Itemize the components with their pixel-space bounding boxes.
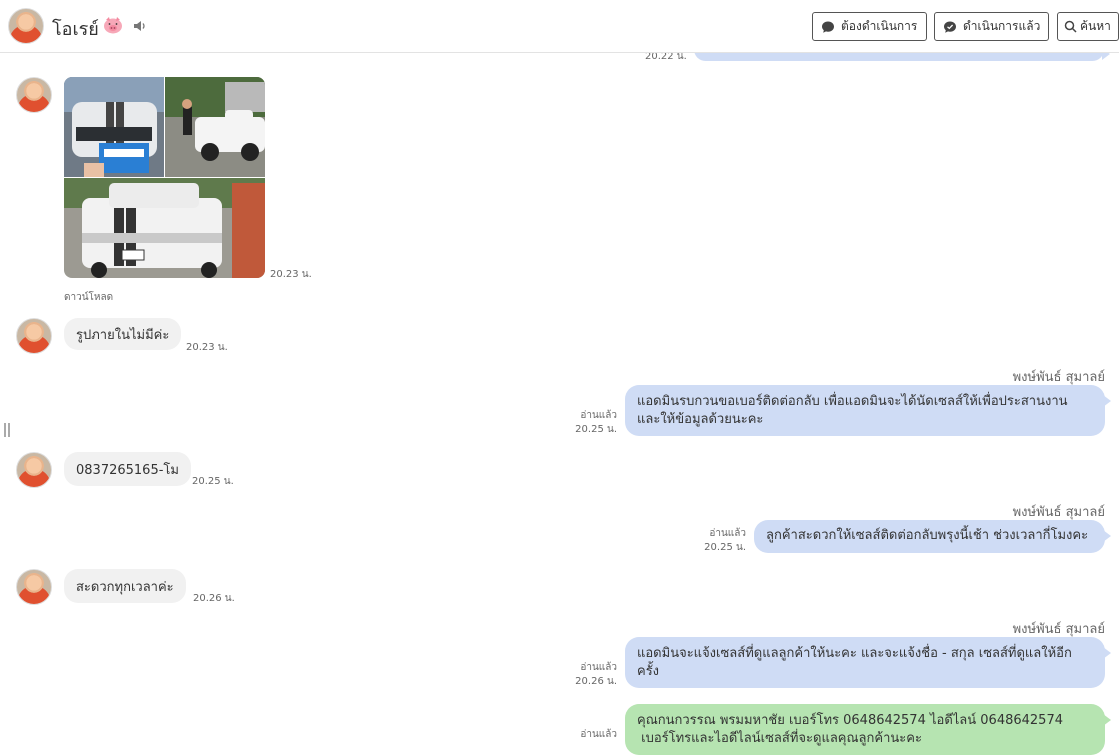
read-status: อ่านแล้ว 20.25 น. [575, 409, 617, 437]
message-time: 20.25 น. [704, 542, 746, 553]
outgoing-message-bubble: คุณกนกวรรณ พรมมหาชัย เบอร์โทร 0648642574… [625, 704, 1111, 755]
message-line: และให้ข้อมูลด้วยนะคะ [637, 412, 764, 427]
pending-action-label: ต้องดำเนินการ [841, 19, 918, 33]
car-photo-rear[interactable] [64, 178, 265, 278]
panel-resize-handle[interactable] [4, 423, 10, 437]
sender-avatar[interactable] [16, 569, 52, 605]
message-text: 0837265165-โม [76, 462, 179, 478]
search-icon [1064, 20, 1077, 33]
agent-name: พงษ์พันธ์ สุมาลย์ [1012, 505, 1105, 520]
outgoing-message-bubble: แอดมินจะแจ้งเซลส์ที่ดูแลลูกค้าให้นะคะ แล… [625, 637, 1111, 688]
message-time: 20.25 น. [575, 424, 617, 435]
message-line: แอดมินจะแจ้งเซลส์ที่ดูแลลูกค้าให้นะคะ แล… [637, 646, 1072, 661]
message-time: 20.23 น. [186, 342, 228, 353]
chat-bubble-icon [822, 21, 834, 33]
message-line: เบอร์โทรและไอดีไลน์เซลส์ที่จะดูแลคุณลูกค… [637, 731, 922, 746]
agent-name: พงษ์พันธ์ สุมาลย์ [1012, 622, 1105, 637]
message-time: 20.26 น. [575, 676, 617, 687]
read-label: อ่านแล้ว [709, 528, 746, 539]
outgoing-message-bubble: แอดมินรบกวนขอเบอร์ติดต่อกลับ เพื่อแอดมิน… [625, 385, 1111, 436]
contact-name[interactable]: โอเรย์ [52, 14, 99, 43]
sender-avatar[interactable] [16, 318, 52, 354]
read-label: อ่านแล้ว [580, 662, 617, 673]
message-time: 20.26 น. [193, 593, 235, 604]
message-line: แอดมินรบกวนขอเบอร์ติดต่อกลับ เพื่อแอดมิน… [637, 394, 1068, 409]
image-album[interactable] [64, 77, 265, 278]
done-action-label: ดำเนินการแล้ว [963, 19, 1041, 33]
message-line: ลูกค้าสะดวกให้เซลส์ติดต่อกลับพรุงนี้เช้า… [766, 528, 1089, 543]
chat-check-icon [944, 21, 956, 33]
message-time: 20.23 น. [270, 269, 312, 280]
speaker-icon[interactable] [132, 18, 148, 34]
pending-action-button[interactable]: ต้องดำเนินการ [812, 12, 927, 41]
read-status: อ่านแล้ว 20.26 น. [575, 661, 617, 689]
incoming-message-bubble: 0837265165-โม [64, 452, 191, 486]
pig-emoji-icon [104, 17, 122, 34]
done-action-button[interactable]: ดำเนินการแล้ว [934, 12, 1049, 41]
car-photo-front[interactable] [64, 77, 164, 177]
message-line: ครั้ง [637, 664, 660, 679]
message-time: 20.25 น. [192, 476, 234, 487]
message-text: รูปภายในไม่มีค่ะ [76, 327, 170, 343]
read-status: อ่านแล้ว 20.25 น. [704, 527, 746, 555]
read-label: อ่านแล้ว [580, 729, 617, 740]
read-label: อ่านแล้ว [580, 410, 617, 421]
sender-avatar[interactable] [16, 77, 52, 113]
chat-header: โอเรย์ ต้องดำเนินการ ดำเนินการแล้ว ค้นหา [0, 0, 1119, 53]
outgoing-message-bubble: ลูกค้าสะดวกให้เซลส์ติดต่อกลับพรุงนี้เช้า… [754, 520, 1111, 553]
download-link[interactable]: ดาวน์โหลด [64, 290, 113, 305]
agent-name: พงษ์พันธ์ สุมาลย์ [1012, 370, 1105, 385]
search-button[interactable]: ค้นหา [1057, 12, 1119, 41]
message-text: สะดวกทุกเวลาค่ะ [76, 579, 174, 595]
message-line: คุณกนกวรรณ พรมมหาชัย เบอร์โทร 0648642574… [637, 713, 1063, 728]
contact-avatar[interactable] [8, 8, 44, 44]
search-label: ค้นหา [1080, 19, 1111, 33]
read-status: อ่านแล้ว [580, 728, 617, 742]
incoming-message-bubble: สะดวกทุกเวลาค่ะ [64, 569, 186, 603]
sender-avatar[interactable] [16, 452, 52, 488]
incoming-message-bubble: รูปภายในไม่มีค่ะ [64, 318, 182, 350]
car-photo-side[interactable] [165, 77, 265, 177]
